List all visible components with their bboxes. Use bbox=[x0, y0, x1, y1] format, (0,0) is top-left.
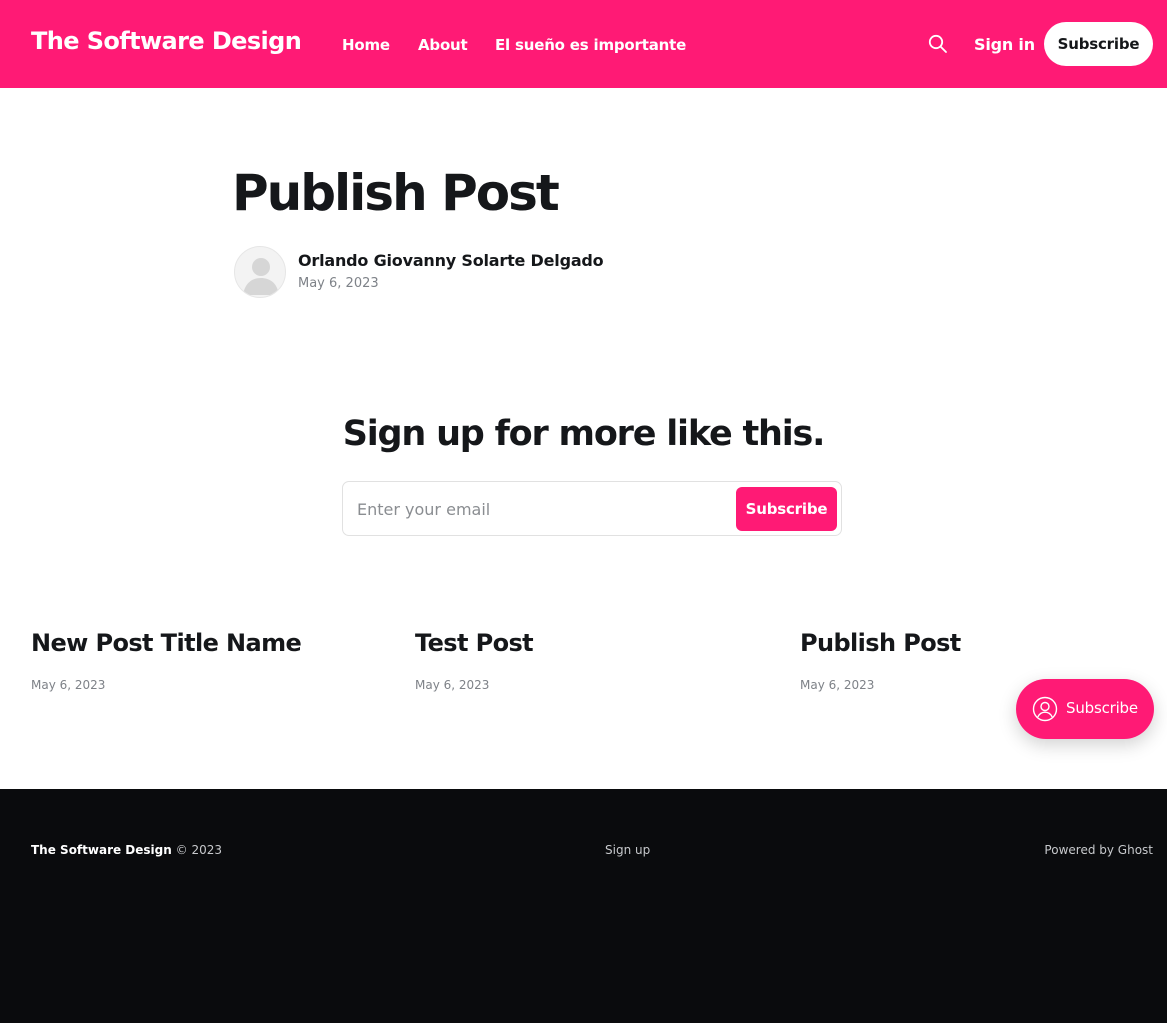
nav-home[interactable]: Home bbox=[342, 36, 390, 54]
search-button[interactable] bbox=[926, 32, 950, 56]
post-card-date: May 6, 2023 bbox=[31, 678, 106, 692]
powered-by-ghost-link[interactable]: Powered by Ghost bbox=[1044, 843, 1153, 857]
cta-subscribe-button[interactable]: Subscribe bbox=[736, 487, 837, 531]
signin-link[interactable]: Sign in bbox=[974, 35, 1035, 54]
footer-brand-link[interactable]: The Software Design bbox=[31, 843, 172, 857]
header-subscribe-button[interactable]: Subscribe bbox=[1044, 22, 1153, 66]
cta-title: Sign up for more like this. bbox=[342, 414, 826, 454]
post-card-date: May 6, 2023 bbox=[415, 678, 490, 692]
post-card-title[interactable]: Test Post bbox=[415, 629, 534, 657]
floating-subscribe-label: Subscribe bbox=[1066, 699, 1138, 717]
email-input[interactable] bbox=[357, 496, 727, 522]
author-name[interactable]: Orlando Giovanny Solarte Delgado bbox=[298, 251, 604, 270]
user-placeholder-icon bbox=[243, 258, 279, 295]
footer-copyright-text: © 2023 bbox=[175, 843, 222, 857]
post-title: Publish Post bbox=[232, 164, 560, 222]
site-header: The Software Design Home About El sueño … bbox=[0, 0, 1167, 88]
signup-form: Subscribe bbox=[342, 481, 842, 536]
nav-about[interactable]: About bbox=[418, 36, 468, 54]
post-card-title[interactable]: New Post Title Name bbox=[31, 629, 302, 657]
nav-el-sueno-es-importante[interactable]: El sueño es importante bbox=[495, 36, 686, 54]
floating-subscribe-button[interactable]: Subscribe bbox=[1016, 679, 1154, 739]
post-card-title[interactable]: Publish Post bbox=[800, 629, 961, 657]
post-date: May 6, 2023 bbox=[298, 276, 379, 291]
footer-signup-link[interactable]: Sign up bbox=[605, 843, 650, 857]
user-circle-icon bbox=[1032, 696, 1058, 722]
footer-copyright: The Software Design © 2023 bbox=[31, 843, 222, 857]
author-avatar[interactable] bbox=[234, 246, 286, 298]
site-footer: The Software Design © 2023 Sign up Power… bbox=[0, 789, 1167, 1023]
site-logo[interactable]: The Software Design bbox=[31, 27, 302, 55]
post-card-date: May 6, 2023 bbox=[800, 678, 875, 692]
search-icon bbox=[928, 34, 947, 53]
